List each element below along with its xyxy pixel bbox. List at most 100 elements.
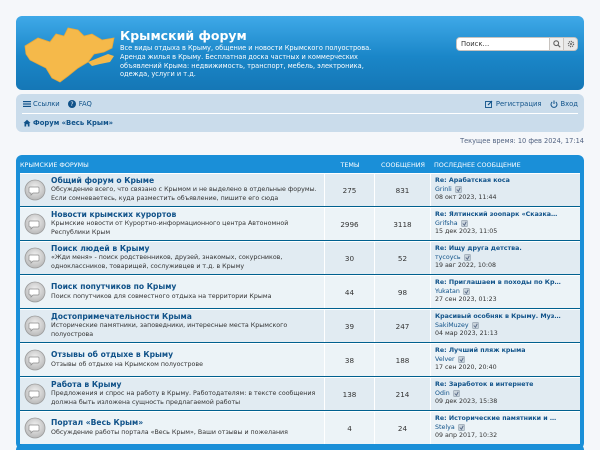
last-post-title-link[interactable]: Re: Приглашаем в походы по Кр… <box>435 279 577 288</box>
last-post-author-line: SakiMuzey <box>435 322 577 331</box>
forum-last-post: Re: Лучший пляж крыма Velver 17 сен 2020… <box>431 344 580 376</box>
register-label: Регистрация <box>495 99 542 108</box>
next-category-strip <box>16 444 584 450</box>
forum-title-link[interactable]: Достопримечательности Крыма <box>51 312 324 322</box>
view-latest-post-icon[interactable] <box>463 254 471 262</box>
advanced-search-button[interactable] <box>563 38 577 50</box>
links-menu[interactable]: Ссылки <box>22 99 60 108</box>
last-post-title-link[interactable]: Re: Заработок в интернете <box>435 381 577 390</box>
forum-row: Достопримечательности Крыма Исторические… <box>20 309 580 343</box>
register-link[interactable]: Регистрация <box>485 99 542 108</box>
breadcrumb-home[interactable]: Форум «Весь Крым» <box>22 118 113 127</box>
forum-description: Крымские новости от Курортно-информацион… <box>51 220 289 236</box>
login-label: Вход <box>560 99 578 108</box>
last-post-author-link[interactable]: Odin <box>435 390 450 399</box>
forum-main-cell: Достопримечательности Крыма Исторические… <box>20 310 325 342</box>
forum-read-icon <box>24 247 46 269</box>
forum-main-cell: Поиск людей в Крыму «Жди меня» - поиск р… <box>20 242 325 274</box>
last-post-date: 15 дек 2023, 11:05 <box>435 228 498 236</box>
forum-description: Поиск попутчиков для совместного отдыха … <box>51 292 272 300</box>
last-post-author-link[interactable]: Grifsha <box>435 220 458 229</box>
last-post-title-link[interactable]: Re: Исторические памятники и … <box>435 415 577 424</box>
view-latest-post-icon[interactable] <box>463 288 470 296</box>
login-link[interactable]: Вход <box>549 99 578 108</box>
forum-rows: Общий форум о Крыме Обсуждение всего, чт… <box>20 173 580 445</box>
faq-label: FAQ <box>78 99 92 108</box>
forum-text: Поиск людей в Крыму «Жди меня» - поиск р… <box>51 244 324 271</box>
last-post-date: 08 окт 2023, 11:44 <box>435 194 497 202</box>
forum-description: Предложения и спрос на работу в Крыму. Р… <box>51 390 316 406</box>
view-latest-post-icon[interactable] <box>452 390 460 398</box>
forum-topics-count: 44 <box>325 276 375 308</box>
last-post-author-link[interactable]: Yukatan <box>435 288 460 297</box>
header-last-post: ПОСЛЕДНЕЕ СООБЩЕНИЕ <box>434 161 521 169</box>
forum-last-post: Re: Ялтинский зоопарк «Сказка… Grifsha 1… <box>431 208 580 240</box>
header-forums[interactable]: КРЫМСКИЕ ФОРУМЫ <box>20 161 325 169</box>
forum-list-header: КРЫМСКИЕ ФОРУМЫ ТЕМЫ СООБЩЕНИЯ ПОСЛЕДНЕЕ… <box>20 159 580 173</box>
last-post-author-link[interactable]: SakiMuzey <box>435 322 469 331</box>
site-title[interactable]: Крымский форум <box>120 28 247 43</box>
forum-list: КРЫМСКИЕ ФОРУМЫ ТЕМЫ СООБЩЕНИЯ ПОСЛЕДНЕЕ… <box>16 155 584 449</box>
forum-topics-count: 138 <box>325 378 375 410</box>
forum-posts-count: 214 <box>375 378 431 410</box>
forum-last-post: Re: Арабатская коса Grinli 08 окт 2023, … <box>431 174 580 206</box>
search-button[interactable] <box>549 38 563 50</box>
forum-text: Общий форум о Крыме Обсуждение всего, чт… <box>51 176 324 203</box>
view-latest-post-icon[interactable] <box>454 186 462 194</box>
last-post-author-link[interactable]: Grinli <box>435 186 452 195</box>
forum-posts-count: 24 <box>375 412 431 444</box>
site-description: Все виды отдыха в Крыму, общение и новос… <box>120 44 372 79</box>
view-latest-post-icon[interactable] <box>457 356 465 364</box>
forum-description: «Жди меня» - поиск родственников, друзей… <box>51 254 283 270</box>
last-post-title-link[interactable]: Re: Арабатская коса <box>435 177 577 186</box>
last-post-author-link[interactable]: тусоусь <box>435 254 461 263</box>
nav-left: Ссылки ? FAQ <box>22 99 92 108</box>
forum-title-link[interactable]: Новости крымских курортов <box>51 210 324 220</box>
last-post-author-link[interactable]: Velver <box>435 356 455 365</box>
last-post-title-link[interactable]: Re: Ялтинский зоопарк «Сказка… <box>435 211 577 220</box>
last-post-title-link[interactable]: Красивый особняк в Крыму. Муз… <box>435 313 577 322</box>
forum-read-icon <box>24 315 46 337</box>
navbar: Ссылки ? FAQ Регистрация Вход Форум «Вес… <box>16 94 584 132</box>
forum-main-cell: Общий форум о Крыме Обсуждение всего, чт… <box>20 174 325 206</box>
search-input[interactable] <box>457 38 549 50</box>
forum-read-icon <box>24 179 46 201</box>
forum-text: Достопримечательности Крыма Исторические… <box>51 312 324 339</box>
forum-title-link[interactable]: Портал «Весь Крым» <box>51 419 288 428</box>
forum-posts-count: 831 <box>375 174 431 206</box>
forum-posts-count: 98 <box>375 276 431 308</box>
links-label: Ссылки <box>33 99 60 108</box>
last-post-author-line: Odin <box>435 390 577 399</box>
last-post-author-line: Grinli <box>435 186 577 195</box>
forum-title-link[interactable]: Поиск попутчиков по Крыму <box>51 283 271 292</box>
breadcrumbs: Форум «Весь Крым» <box>22 114 578 131</box>
last-post-date: 04 мар 2023, 21:13 <box>435 330 498 338</box>
forum-row: Общий форум о Крыме Обсуждение всего, чт… <box>20 173 580 207</box>
forum-main-cell: Отзывы об отдыхе в Крыму Отзывы об отдых… <box>20 344 325 376</box>
forum-title-link[interactable]: Отзывы об отдыхе в Крыму <box>51 351 203 360</box>
view-latest-post-icon[interactable] <box>457 424 465 432</box>
view-latest-post-icon[interactable] <box>460 220 468 228</box>
last-post-author-line: тусоусь <box>435 254 577 263</box>
forum-title-link[interactable]: Работа в Крыму <box>51 380 324 390</box>
forum-topics-count: 4 <box>325 412 375 444</box>
forum-text: Поиск попутчиков по Крыму Поиск попутчик… <box>51 283 271 301</box>
last-post-author-link[interactable]: Stelya <box>435 424 455 433</box>
view-latest-post-icon[interactable] <box>471 322 479 330</box>
crimea-map-logo[interactable] <box>22 24 116 86</box>
forum-row: Портал «Весь Крым» Обсуждение работы пор… <box>20 411 580 445</box>
last-post-author-line: Yukatan <box>435 288 577 297</box>
last-post-title-link[interactable]: Re: Ищу друга детства. <box>435 245 577 254</box>
power-icon <box>549 99 558 108</box>
forum-description: Исторические памятники, заповедники, инт… <box>51 322 288 338</box>
search-box <box>456 37 578 51</box>
forum-last-post: Re: Ищу друга детства. тусоусь 19 авг 20… <box>431 242 580 274</box>
forum-row: Работа в Крыму Предложения и спрос на ра… <box>20 377 580 411</box>
forum-row: Отзывы об отдыхе в Крыму Отзывы об отдых… <box>20 343 580 377</box>
last-post-title-link[interactable]: Re: Лучший пляж крыма <box>435 347 577 356</box>
faq-link[interactable]: ? FAQ <box>68 99 92 108</box>
svg-text:?: ? <box>71 101 74 108</box>
forum-last-post: Re: Исторические памятники и … Stelya 09… <box>431 412 580 444</box>
forum-title-link[interactable]: Поиск людей в Крыму <box>51 244 324 254</box>
forum-title-link[interactable]: Общий форум о Крыме <box>51 176 324 186</box>
